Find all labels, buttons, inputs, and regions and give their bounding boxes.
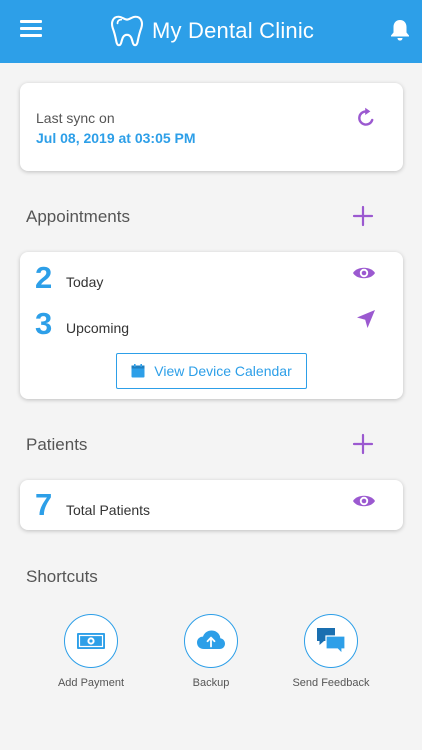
send-feedback-label: Send Feedback [292,677,370,689]
shortcut-send-feedback[interactable]: Send Feedback [271,614,391,689]
bell-icon[interactable] [389,18,411,42]
appointments-card: 2 Today 3 Upcoming View Device Calendar [20,252,403,399]
view-device-calendar-button[interactable]: View Device Calendar [116,353,307,389]
app-header: My Dental Clinic [0,0,422,63]
cash-icon [77,633,105,649]
sync-card: Last sync on Jul 08, 2019 at 03:05 PM [20,83,403,171]
chat-bubbles-icon [317,628,346,655]
shortcuts-heading: Shortcuts [26,567,98,586]
total-patients-label: Total Patients [66,502,151,518]
view-today-eye-icon[interactable] [352,264,376,282]
navigation-arrow-icon[interactable] [356,309,376,329]
patients-card: 7 Total Patients [20,480,403,530]
hamburger-menu-icon[interactable] [20,20,42,40]
shortcut-backup[interactable]: Backup [151,614,271,689]
refresh-icon[interactable] [355,107,377,129]
add-payment-circle [64,614,118,668]
view-patients-eye-icon[interactable] [352,492,376,510]
today-count: 2 [35,260,53,295]
sync-date: Jul 08, 2019 at 03:05 PM [36,130,196,146]
app-title: My Dental Clinic [152,18,315,43]
appointments-heading: Appointments [26,207,130,226]
total-patients-count: 7 [35,487,53,522]
add-appointment-plus-icon[interactable] [352,205,374,227]
backup-circle [184,614,238,668]
patients-heading: Patients [26,435,88,454]
upcoming-label: Upcoming [66,320,130,336]
app-brand: My Dental Clinic [108,12,314,50]
cloud-upload-icon [197,630,225,649]
backup-label: Backup [192,677,230,689]
today-label: Today [66,274,104,290]
tooth-icon [110,15,144,47]
add-payment-label: Add Payment [57,677,125,689]
shortcut-add-payment[interactable]: Add Payment [31,614,151,689]
calendar-icon [131,364,145,378]
send-feedback-circle [304,614,358,668]
calendar-button-label: View Device Calendar [154,363,292,379]
sync-label: Last sync on [36,110,115,126]
add-patient-plus-icon[interactable] [352,433,374,455]
upcoming-count: 3 [35,306,53,341]
